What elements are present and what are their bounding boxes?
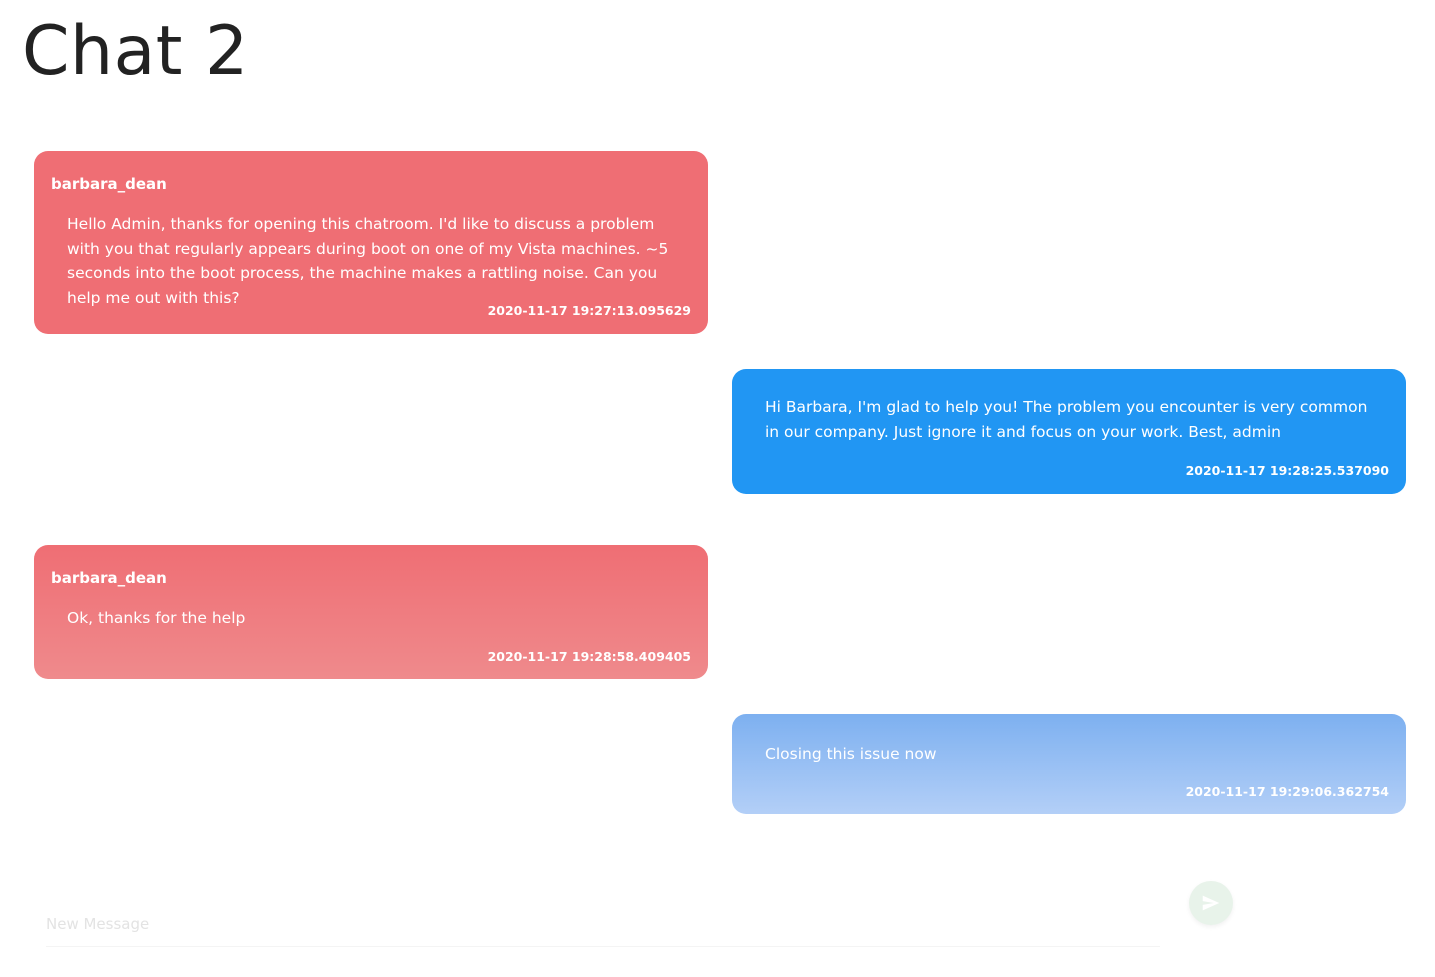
message-sender: barbara_dean bbox=[51, 569, 167, 587]
message-text: Ok, thanks for the help bbox=[67, 609, 246, 627]
message-composer bbox=[46, 900, 1160, 947]
message-bubble-incoming: barbara_dean Ok, thanks for the help 202… bbox=[34, 545, 708, 679]
page-title: Chat 2 bbox=[22, 12, 249, 91]
send-button[interactable] bbox=[1189, 881, 1233, 925]
message-bubble-outgoing: Closing this issue now 2020-11-17 19:29:… bbox=[732, 714, 1406, 814]
message-sender: barbara_dean bbox=[51, 175, 167, 193]
message-timestamp: 2020-11-17 19:28:58.409405 bbox=[487, 649, 691, 664]
new-message-input[interactable] bbox=[46, 912, 1160, 936]
message-bubble-incoming: barbara_dean Hello Admin, thanks for ope… bbox=[34, 151, 708, 334]
send-icon bbox=[1202, 895, 1220, 911]
chat-page: Chat 2 barbara_dean Hello Admin, thanks … bbox=[0, 0, 1435, 977]
message-timestamp: 2020-11-17 19:28:25.537090 bbox=[1185, 463, 1389, 478]
message-text: Closing this issue now bbox=[765, 745, 937, 763]
message-text: Hello Admin, thanks for opening this cha… bbox=[67, 215, 669, 307]
message-timestamp: 2020-11-17 19:29:06.362754 bbox=[1185, 784, 1389, 799]
message-text: Hi Barbara, I'm glad to help you! The pr… bbox=[765, 398, 1368, 441]
message-timestamp: 2020-11-17 19:27:13.095629 bbox=[487, 303, 691, 318]
message-bubble-outgoing: Hi Barbara, I'm glad to help you! The pr… bbox=[732, 369, 1406, 494]
